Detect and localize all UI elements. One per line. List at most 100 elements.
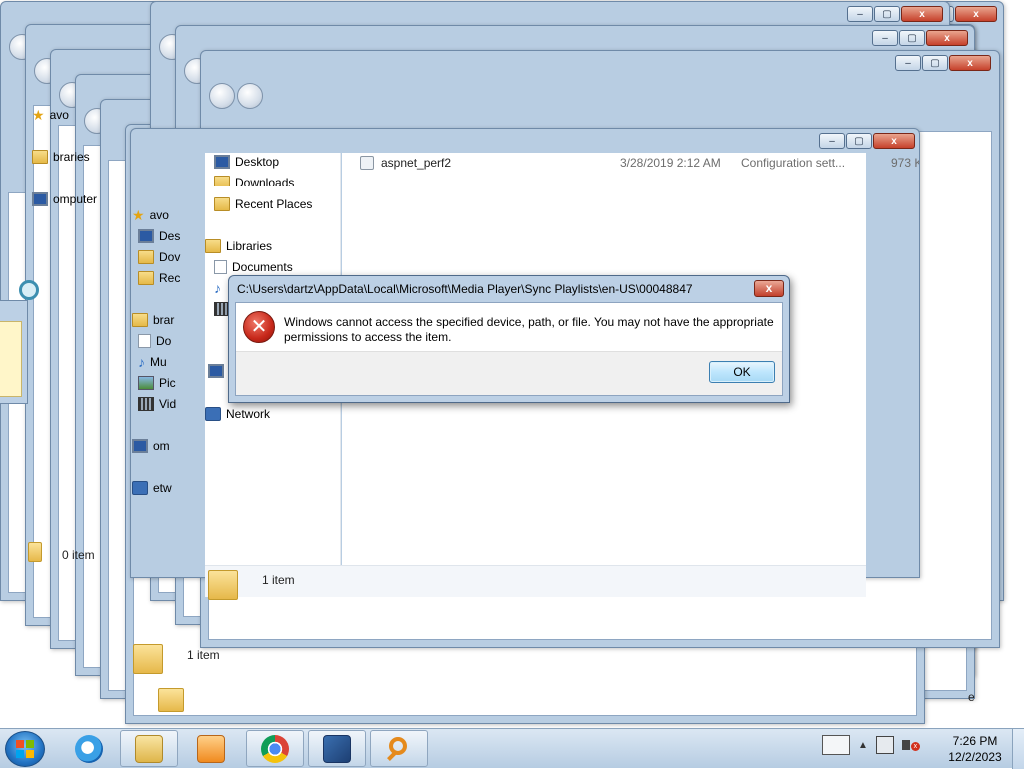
search-magnifier-icon (385, 735, 413, 763)
volume-muted-icon[interactable]: x (901, 736, 920, 754)
taskbar-internet-explorer[interactable] (60, 730, 118, 767)
dialog-footer: OK (236, 351, 782, 395)
maximize-button[interactable]: ▢ (922, 55, 948, 71)
caption-buttons: – ▢ x (847, 6, 943, 22)
virtualbox-icon (323, 734, 351, 763)
nav-videos-clip[interactable]: Vid (138, 397, 176, 411)
nav-favorites-clip-2[interactable]: ★ avo (132, 208, 169, 222)
nav-item-libraries[interactable]: Libraries (205, 239, 272, 253)
recent-places-icon (214, 197, 230, 211)
sticky-note-pad (0, 321, 22, 397)
recent-places-icon (138, 271, 154, 285)
videos-icon (138, 397, 154, 411)
status-folder-icon (158, 688, 184, 712)
clock-time: 7:26 PM (952, 734, 998, 748)
music-icon: ♪ (138, 354, 145, 370)
maximize-button[interactable]: ▢ (874, 6, 900, 22)
caption-buttons: – ▢ x (895, 55, 991, 71)
maximize-button[interactable]: ▢ (846, 133, 872, 149)
computer-icon (208, 364, 224, 378)
media-player-icon (197, 734, 225, 763)
file-date: 3/28/2019 2:12 AM (620, 156, 721, 170)
nav-item-recent-places[interactable]: Recent Places (214, 197, 312, 211)
ok-button[interactable]: OK (709, 361, 775, 383)
close-button[interactable]: x (955, 6, 997, 22)
close-button[interactable]: x (926, 30, 968, 46)
computer-icon (32, 192, 48, 206)
internet-explorer-icon (75, 734, 103, 763)
nav-music-clip[interactable]: ♪ Mu (138, 355, 167, 369)
nav-item-desktop[interactable]: Desktop (214, 155, 279, 169)
nav-documents-clip[interactable]: Do (138, 334, 171, 348)
nav-pictures-clip[interactable]: Pic (138, 376, 176, 390)
nav-network-clip[interactable]: etw (132, 481, 172, 495)
windows-logo-icon (16, 740, 34, 758)
sticky-note-widget[interactable] (0, 300, 28, 404)
clock[interactable]: 7:26 PM 12/2/2023 (940, 733, 1010, 765)
config-file-icon (360, 156, 374, 170)
clock-date: 12/2/2023 (948, 750, 1002, 764)
close-button[interactable]: x (873, 133, 915, 149)
star-icon: ★ (32, 107, 45, 123)
error-icon: ✕ (243, 311, 275, 343)
forward-button[interactable] (237, 83, 263, 109)
chrome-icon (261, 734, 289, 763)
clipped-search-text: e (968, 690, 975, 704)
dialog-body: ✕ Windows cannot access the specified de… (235, 302, 783, 396)
music-icon: ♪ (214, 280, 221, 296)
status-folder-icon (133, 644, 163, 674)
file-name: aspnet_perf2 (381, 156, 452, 170)
file-size: 973 KB (891, 156, 919, 170)
error-message: Windows cannot access the specified devi… (284, 315, 774, 344)
dialog-close-button[interactable]: x (754, 280, 784, 297)
taskbar-virtualbox[interactable] (308, 730, 366, 767)
sticky-notes-tray-icon[interactable] (822, 735, 850, 755)
minimize-button[interactable]: – (819, 133, 845, 149)
back-button[interactable] (209, 83, 235, 109)
minimize-button[interactable]: – (847, 6, 873, 22)
libraries-icon (132, 313, 148, 327)
computer-icon (132, 439, 148, 453)
taskbar-search-app[interactable] (370, 730, 428, 767)
status-item-count: 1 item (262, 573, 295, 587)
minimize-button[interactable]: – (872, 30, 898, 46)
desktop-icon (214, 155, 230, 169)
network-icon (205, 407, 221, 421)
caption-buttons: – ▢ x (819, 133, 915, 149)
close-button[interactable]: x (949, 55, 991, 71)
system-tray: ▲ x (822, 735, 920, 755)
taskbar-windows-explorer[interactable] (120, 730, 178, 767)
status-item-count: 0 item (62, 548, 95, 562)
nav-downloads-clip[interactable]: Dov (138, 250, 180, 264)
dialog-title: C:\Users\dartz\AppData\Local\Microsoft\M… (237, 282, 693, 296)
nav-item-network[interactable]: Network (205, 407, 270, 421)
network-icon (132, 481, 148, 495)
nav-libraries-clip-2[interactable]: brar (132, 313, 174, 327)
nav-computer-clip-2[interactable]: om (132, 439, 170, 453)
network-tray-icon[interactable] (875, 736, 894, 754)
nav-music-front[interactable]: ♪ (214, 281, 221, 295)
desktop-icon (138, 229, 154, 243)
pictures-icon (138, 376, 154, 390)
caption-buttons: – ▢ x (872, 30, 968, 46)
nav-recent-clip[interactable]: Rec (138, 271, 180, 285)
nav-computer-clip[interactable]: omputer (32, 192, 97, 206)
taskbar-media-player[interactable] (182, 730, 240, 767)
start-button[interactable] (5, 731, 45, 767)
star-icon: ★ (132, 207, 145, 223)
taskbar: ▲ x 7:26 PM 12/2/2023 (0, 728, 1024, 769)
nav-desktop-clip[interactable]: Des (138, 229, 180, 243)
close-button[interactable]: x (901, 6, 943, 22)
documents-icon (214, 260, 227, 274)
documents-icon (138, 334, 151, 348)
taskbar-chrome[interactable] (246, 730, 304, 767)
maximize-button[interactable]: ▢ (899, 30, 925, 46)
file-row[interactable]: aspnet_perf2 3/28/2019 2:12 AM Configura… (360, 156, 920, 172)
show-desktop-button[interactable] (1012, 729, 1024, 769)
nav-libraries-clip[interactable]: braries (32, 150, 90, 164)
show-hidden-icons-button[interactable]: ▲ (858, 740, 868, 751)
minimize-button[interactable]: – (895, 55, 921, 71)
nav-favorites-clip[interactable]: ★ avo (32, 108, 69, 122)
nav-item-documents[interactable]: Documents (214, 260, 293, 274)
nav-item-downloads[interactable]: Downloads (214, 176, 294, 186)
